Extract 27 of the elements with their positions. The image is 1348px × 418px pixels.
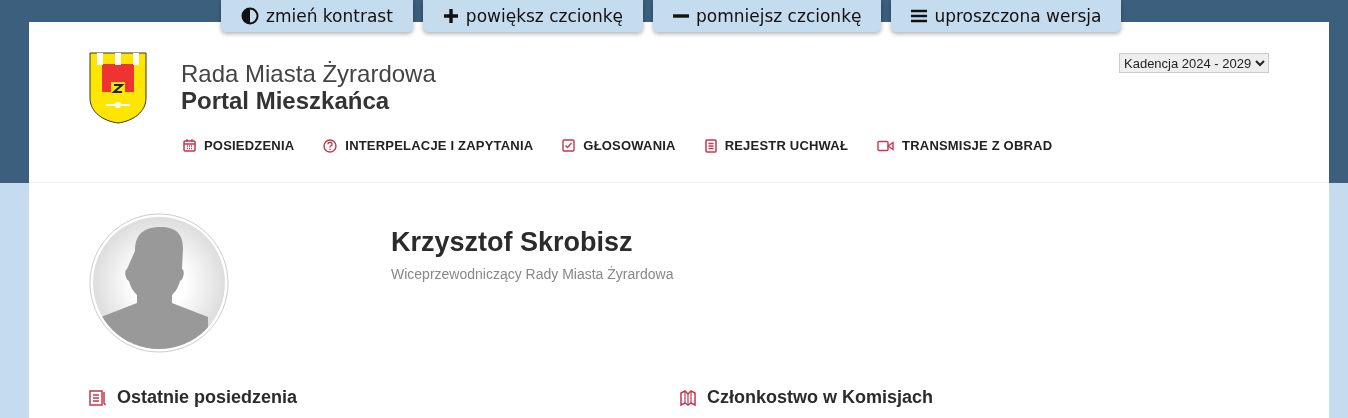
nav-link[interactable]: POSIEDZENIA [183, 138, 295, 153]
nav-link[interactable]: TRANSMISJE Z OBRAD [877, 138, 1053, 153]
site-subtitle: Portal Mieszkańca [181, 87, 391, 115]
checkbox-icon [562, 139, 576, 152]
nav-link[interactable]: REJESTR UCHWAŁ [704, 138, 849, 153]
menu-icon [911, 9, 928, 23]
accessibility-button[interactable]: uproszczona wersja [891, 0, 1122, 32]
video-camera-icon [877, 139, 895, 152]
minus-icon [673, 14, 689, 18]
calendar-icon [183, 139, 196, 152]
section-heading: Ostatnie posiedzenia [117, 387, 298, 408]
site-title: Rada Miasta Żyrardowa [181, 61, 436, 87]
notes-icon [89, 388, 107, 407]
accessibility-button[interactable]: pomniejsz czcionkę [653, 0, 882, 32]
nav-link[interactable]: INTERPELACJE I ZAPYTANIA [323, 138, 534, 153]
document-icon [704, 138, 717, 153]
plus-icon [442, 8, 459, 24]
question-icon [323, 138, 338, 153]
contrast-icon [241, 7, 259, 25]
section-heading: Członkostwo w Komisjach [707, 387, 934, 408]
accessibility-button[interactable]: zmień kontrast [221, 0, 413, 32]
nav-link[interactable]: GŁOSOWANIA [562, 138, 676, 153]
accessibility-button[interactable]: powiększ czcionkę [422, 0, 643, 32]
term-select[interactable]: Kadencja 2024 - 2029 [1119, 53, 1269, 73]
coat-of-arms-logo [89, 52, 147, 124]
councillor-role: Wiceprzewodniczący Rady Miasta Żyrardowa [391, 266, 674, 282]
councillor-name: Krzysztof Skrobisz [391, 227, 634, 258]
